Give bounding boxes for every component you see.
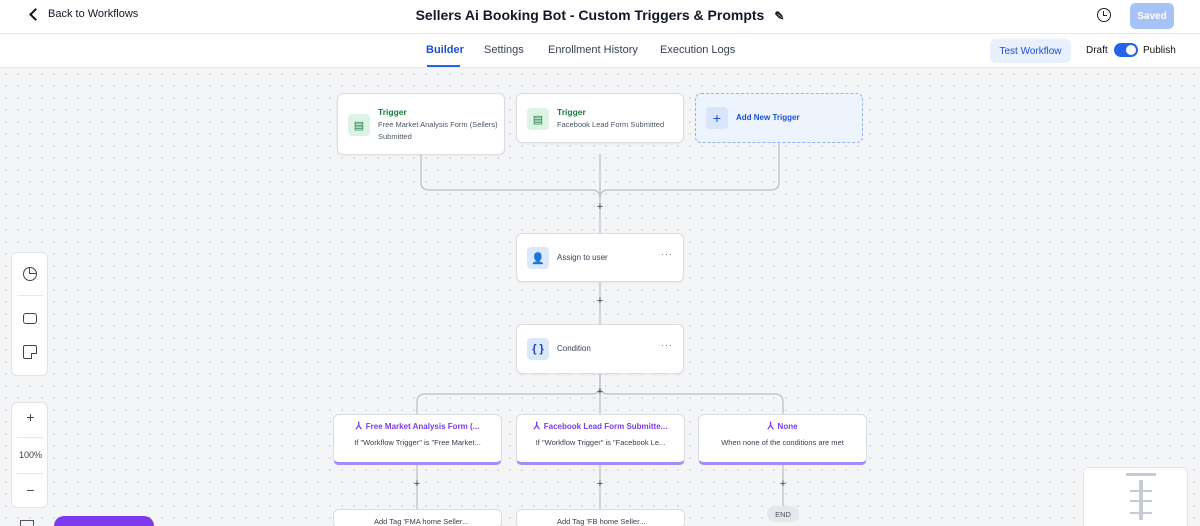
add-step-plus[interactable]: + bbox=[595, 386, 605, 398]
zoom-level: 100% bbox=[18, 450, 43, 460]
more-options-icon[interactable]: ··· bbox=[661, 249, 673, 259]
branch-icon: ⅄ bbox=[533, 421, 540, 432]
pencil-icon[interactable]: ✎ bbox=[774, 9, 784, 23]
add-step-plus[interactable]: + bbox=[412, 478, 422, 490]
minimap[interactable] bbox=[1083, 467, 1188, 526]
zoom-controls: + 100% − bbox=[11, 402, 48, 508]
tab-settings[interactable]: Settings bbox=[484, 44, 524, 56]
add-step-plus[interactable]: + bbox=[778, 478, 788, 490]
condition-action[interactable]: { } Condition ··· bbox=[516, 324, 684, 374]
comment-icon[interactable] bbox=[23, 313, 37, 324]
zoom-in-button[interactable]: + bbox=[12, 409, 49, 425]
zoom-out-button[interactable]: − bbox=[12, 482, 49, 498]
trigger-label: Trigger bbox=[378, 107, 407, 117]
publish-label: Publish bbox=[1143, 45, 1176, 56]
stats-icon[interactable] bbox=[23, 267, 37, 281]
branch-title: ⅄ Free Market Analysis Form (... bbox=[334, 421, 501, 432]
branch-description: When none of the conditions are met bbox=[721, 438, 844, 447]
branch-icon: ⅄ bbox=[355, 421, 362, 432]
test-workflow-button[interactable]: Test Workflow bbox=[990, 39, 1071, 63]
trigger-description: Facebook Lead Form Submitted bbox=[557, 120, 665, 129]
braces-icon: { } bbox=[527, 338, 549, 360]
publish-toggle[interactable] bbox=[1114, 43, 1138, 57]
clipboard-icon: ▤ bbox=[527, 108, 549, 130]
end-marker: END bbox=[767, 506, 799, 522]
branch-card[interactable]: ⅄ Facebook Lead Form Submitte... If "Work… bbox=[516, 414, 685, 465]
branch-description: If "Workflow Trigger" is "Facebook Le... bbox=[535, 438, 666, 447]
add-step-plus[interactable]: + bbox=[595, 201, 605, 213]
branch-card[interactable]: ⅄ None When none of the conditions are me… bbox=[698, 414, 867, 465]
workflow-canvas[interactable]: + + + + + + ▤ Trigger Free Market Analys… bbox=[0, 68, 1200, 526]
tab-bar: Builder Settings Enrollment History Exec… bbox=[0, 34, 1200, 68]
more-options-icon[interactable]: ··· bbox=[661, 340, 673, 350]
zoom-divider bbox=[17, 437, 43, 438]
add-tag-action[interactable]: Add Tag 'FMA home Seller... bbox=[333, 509, 502, 526]
saved-button[interactable]: Saved bbox=[1130, 3, 1174, 29]
branch-title-text: None bbox=[777, 422, 798, 431]
clipboard-icon: ▤ bbox=[348, 114, 370, 136]
branch-title: ⅄ Facebook Lead Form Submitte... bbox=[517, 421, 684, 432]
tab-enrollment-history[interactable]: Enrollment History bbox=[548, 44, 638, 56]
plus-icon: + bbox=[706, 107, 728, 129]
fit-view-icon[interactable] bbox=[20, 520, 34, 526]
minimap-node bbox=[1130, 512, 1152, 514]
branch-description: If "Workflow Trigger" is "Free Market... bbox=[354, 438, 481, 447]
action-label: Add Tag 'FB home Seller... bbox=[557, 517, 646, 526]
tool-divider bbox=[17, 295, 43, 296]
history-icon[interactable] bbox=[1097, 8, 1111, 22]
assistant-button[interactable] bbox=[54, 516, 154, 526]
sticky-note-icon[interactable] bbox=[23, 345, 37, 359]
add-step-plus[interactable]: + bbox=[595, 478, 605, 490]
trigger-card[interactable]: ▤ Trigger Free Market Analysis Form (Sel… bbox=[337, 93, 505, 155]
top-bar: Back to Workflows Sellers Ai Booking Bot… bbox=[0, 0, 1200, 34]
trigger-label: Trigger bbox=[557, 107, 586, 117]
draft-label: Draft bbox=[1086, 45, 1108, 56]
branch-title-text: Free Market Analysis Form (... bbox=[365, 422, 480, 431]
add-step-plus[interactable]: + bbox=[595, 295, 605, 307]
workflow-title: Sellers Ai Booking Bot - Custom Triggers… bbox=[0, 7, 1200, 23]
branch-icon: ⅄ bbox=[767, 421, 774, 432]
assign-user-action[interactable]: 👤 Assign to user ··· bbox=[516, 233, 684, 282]
add-new-trigger-card[interactable]: + Add New Trigger bbox=[695, 93, 863, 143]
trigger-card[interactable]: ▤ Trigger Facebook Lead Form Submitted bbox=[516, 93, 684, 143]
minimap-node bbox=[1130, 490, 1152, 492]
zoom-divider bbox=[17, 473, 43, 474]
add-trigger-label: Add New Trigger bbox=[736, 113, 800, 122]
action-label: Add Tag 'FMA home Seller... bbox=[374, 517, 469, 526]
canvas-tools-panel bbox=[11, 252, 48, 376]
action-label: Condition bbox=[557, 344, 591, 353]
minimap-node bbox=[1130, 500, 1152, 502]
branch-card[interactable]: ⅄ Free Market Analysis Form (... If "Work… bbox=[333, 414, 502, 465]
assign-user-icon: 👤 bbox=[527, 247, 549, 269]
trigger-description: Free Market Analysis Form (Sellers) Subm… bbox=[378, 120, 498, 141]
branch-title-text: Facebook Lead Form Submitte... bbox=[543, 422, 668, 431]
workflow-title-text: Sellers Ai Booking Bot - Custom Triggers… bbox=[415, 7, 765, 23]
minimap-node bbox=[1126, 473, 1156, 476]
branch-title: ⅄ None bbox=[699, 421, 866, 432]
add-tag-action[interactable]: Add Tag 'FB home Seller... bbox=[516, 509, 685, 526]
action-label: Assign to user bbox=[557, 253, 608, 262]
tab-execution-logs[interactable]: Execution Logs bbox=[660, 44, 735, 56]
tab-builder[interactable]: Builder bbox=[426, 44, 464, 56]
active-tab-indicator bbox=[427, 65, 460, 67]
